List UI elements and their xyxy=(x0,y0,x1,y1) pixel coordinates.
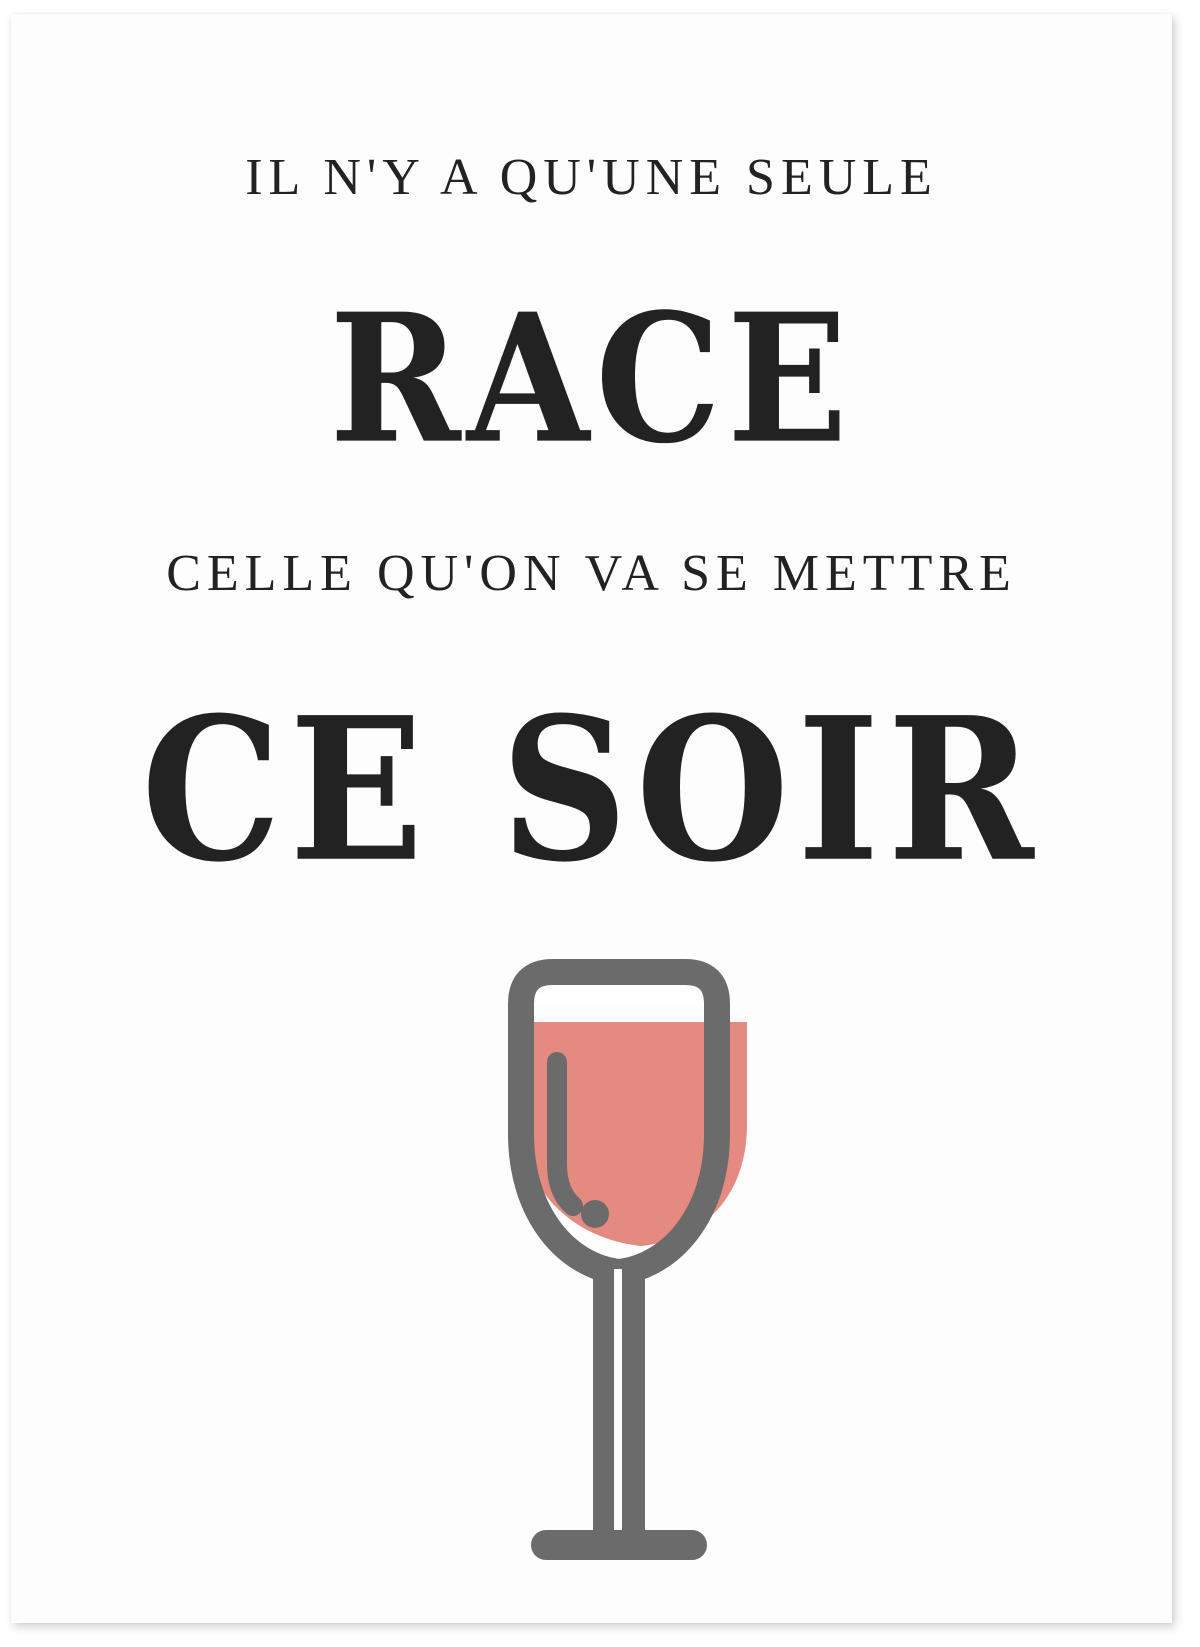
poster-line-1: IL N'Y A QU'UNE SEULE xyxy=(245,149,938,206)
glass-stem-highlight xyxy=(614,1269,622,1531)
glass-rim-line xyxy=(536,994,702,1004)
poster-headline-ce-soir: CE SOIR xyxy=(141,674,1042,906)
poster-card: IL N'Y A QU'UNE SEULE RACE CELLE QU'ON V… xyxy=(11,14,1172,1623)
poster-headline-race: RACE xyxy=(329,276,854,484)
wine-glass-icon xyxy=(508,959,747,1560)
glass-reflection-dot xyxy=(581,1200,609,1228)
glass-base xyxy=(531,1530,707,1560)
poster-line-3: CELLE QU'ON VA SE METTRE xyxy=(166,545,1017,602)
